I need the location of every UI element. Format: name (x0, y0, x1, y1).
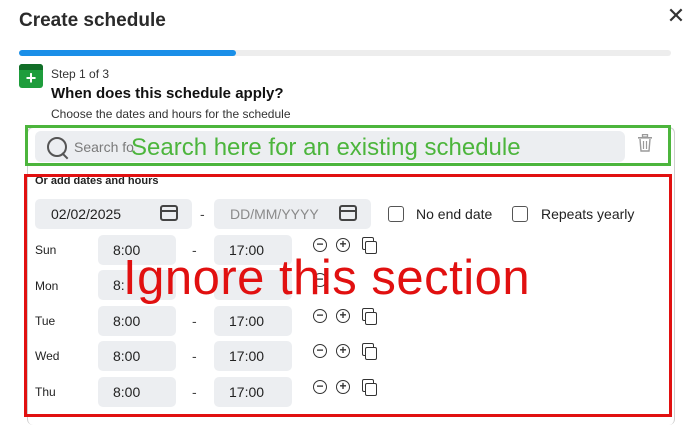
step-subtitle: Choose the dates and hours for the sched… (51, 107, 291, 121)
progress-bar-fill (19, 50, 237, 56)
close-icon[interactable]: ✕ (666, 5, 686, 27)
step-question: When does this schedule apply? (51, 85, 284, 102)
step-label: Step 1 of 3 (51, 67, 110, 81)
calendar-add-icon: + (19, 64, 43, 88)
progress-bar (19, 50, 671, 56)
annotation-text-red: Ignore this section (123, 251, 531, 305)
dialog-title: Create schedule (19, 10, 166, 31)
annotation-text-green: Search here for an existing schedule (131, 134, 521, 161)
